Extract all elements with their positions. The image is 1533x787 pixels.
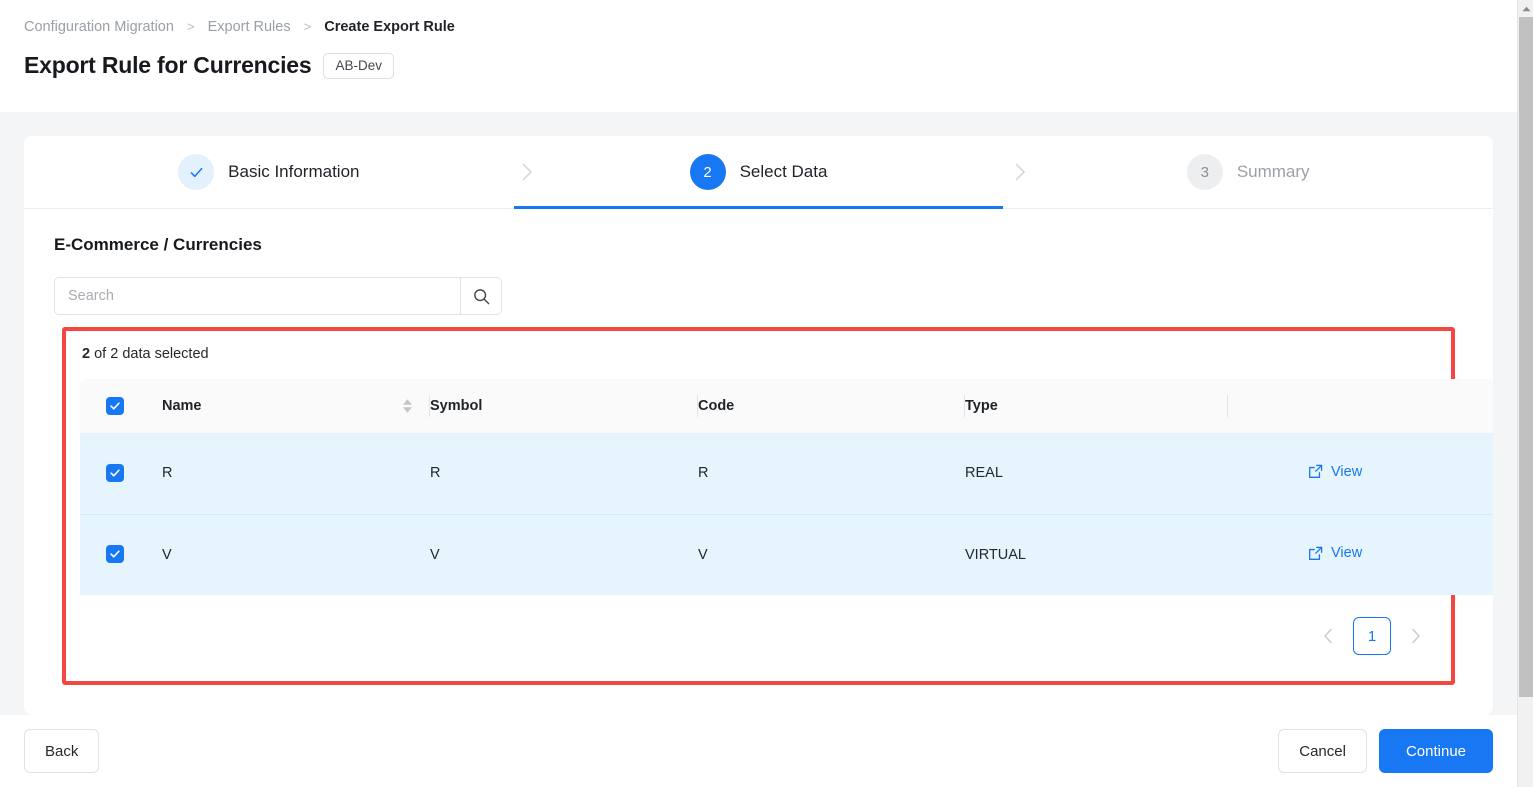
wizard-stepper: Basic Information 2 Select Data 3 Summar… — [24, 136, 1493, 209]
breadcrumb-separator: > — [186, 19, 195, 34]
step-2-label: Select Data — [739, 162, 828, 181]
breadcrumb-item-configuration-migration[interactable]: Configuration Migration — [24, 19, 174, 35]
cell-type: VIRTUAL — [965, 546, 1026, 563]
check-icon — [110, 550, 120, 558]
column-header-type-label: Type — [965, 398, 998, 414]
column-header-code: Code — [698, 379, 965, 433]
continue-button[interactable]: Continue — [1378, 729, 1493, 773]
cancel-button[interactable]: Cancel — [1278, 729, 1367, 773]
step-1-label: Basic Information — [228, 162, 360, 181]
check-icon — [190, 167, 203, 177]
row-checkbox[interactable] — [106, 463, 124, 482]
breadcrumb-item-export-rules[interactable]: Export Rules — [208, 19, 291, 35]
check-icon — [110, 469, 120, 477]
cell-code: V — [698, 546, 708, 563]
wizard-card: Basic Information 2 Select Data 3 Summar… — [24, 136, 1493, 715]
search-input[interactable] — [54, 277, 460, 315]
breadcrumb-item-create-export-rule: Create Export Rule — [324, 19, 455, 35]
selected-count: 2 of 2 data selected — [80, 343, 1437, 362]
external-link-icon — [1309, 464, 1323, 478]
select-data-section: E-Commerce / Currencies 2 of 2 data sele… — [24, 209, 1493, 685]
annotation-highlight-box: 2 of 2 data selected Name Symbol Code Ty… — [62, 327, 1493, 685]
cell-actions: View — [1228, 433, 1493, 514]
check-icon — [110, 401, 120, 410]
data-table: Name Symbol Code Type R R R REAL View V … — [80, 379, 1493, 595]
pagination: 1 — [80, 595, 1437, 655]
column-header-code-label: Code — [698, 398, 735, 414]
external-link-icon — [1309, 546, 1323, 560]
view-link-label: View — [1331, 545, 1363, 561]
column-header-actions — [1228, 379, 1493, 433]
cell-symbol: V — [430, 546, 440, 563]
row-checkbox[interactable] — [106, 545, 124, 564]
column-header-name-label: Name — [162, 398, 202, 414]
vertical-scrollbar[interactable] — [1517, 0, 1533, 787]
content-area: Basic Information 2 Select Data 3 Summar… — [0, 112, 1517, 715]
breadcrumb: Configuration Migration > Export Rules >… — [24, 18, 1517, 36]
breadcrumb-separator: > — [303, 19, 312, 34]
cell-name: V — [162, 546, 172, 563]
search-icon — [473, 288, 489, 304]
step-basic-information[interactable]: Basic Information — [24, 136, 514, 208]
select-all-cell — [80, 379, 162, 433]
chevron-right-icon — [1412, 628, 1420, 644]
step-separator-chevron-icon — [517, 136, 537, 208]
sort-ascending-icon — [403, 399, 412, 405]
column-header-symbol: Symbol — [430, 379, 698, 433]
sort-descending-icon — [403, 407, 412, 413]
title-row: Export Rule for Currencies AB-Dev — [24, 52, 1517, 79]
step-1-indicator — [178, 154, 215, 190]
page-header: Configuration Migration > Export Rules >… — [0, 0, 1517, 112]
table-header-row: Name Symbol Code Type — [80, 379, 1493, 433]
cell-type: REAL — [965, 465, 1003, 482]
search-button[interactable] — [460, 277, 502, 315]
page-title: Export Rule for Currencies — [24, 52, 312, 78]
view-link[interactable]: View — [1308, 545, 1362, 561]
scrollbar-thumb[interactable] — [1519, 17, 1533, 697]
step-select-data[interactable]: 2 Select Data — [513, 136, 1004, 209]
row-select-cell — [80, 514, 162, 595]
cell-name: R — [162, 465, 173, 482]
table-row[interactable]: R R R REAL View — [80, 433, 1493, 514]
pagination-page-1[interactable]: 1 — [1353, 617, 1391, 655]
search-bar — [54, 277, 502, 315]
cell-symbol: R — [430, 465, 441, 482]
back-button[interactable]: Back — [24, 729, 100, 773]
view-link[interactable]: View — [1308, 464, 1362, 480]
step-2-indicator: 2 — [689, 154, 726, 190]
step-3-label: Summary — [1236, 162, 1310, 181]
footer-actions: Cancel Continue — [1278, 729, 1493, 773]
column-header-symbol-label: Symbol — [430, 398, 483, 414]
step-separator-chevron-icon — [1010, 136, 1030, 208]
step-summary[interactable]: 3 Summary — [1003, 136, 1493, 208]
select-all-checkbox[interactable] — [106, 396, 124, 415]
pagination-next-button[interactable] — [1401, 621, 1431, 651]
cell-code: R — [698, 465, 709, 482]
page-scroll-container: Configuration Migration > Export Rules >… — [0, 0, 1517, 787]
sort-toggle-icon[interactable] — [403, 399, 412, 413]
environment-badge: AB-Dev — [323, 52, 394, 79]
chevron-left-icon — [1324, 628, 1332, 644]
wizard-footer: Back Cancel Continue — [0, 715, 1517, 787]
cell-actions: View — [1228, 514, 1493, 595]
column-header-name[interactable]: Name — [162, 379, 430, 433]
row-select-cell — [80, 433, 162, 514]
selected-count-text: of 2 data selected — [90, 346, 209, 362]
table-row[interactable]: V V V VIRTUAL View — [80, 514, 1493, 595]
selected-count-value: 2 — [82, 346, 91, 362]
step-3-indicator: 3 — [1186, 154, 1223, 190]
scrollbar-up-button[interactable] — [1518, 0, 1533, 17]
column-header-type: Type — [965, 379, 1228, 433]
pagination-prev-button[interactable] — [1313, 621, 1343, 651]
section-title: E-Commerce / Currencies — [54, 235, 262, 254]
active-step-underline — [513, 206, 1004, 209]
view-link-label: View — [1331, 463, 1363, 480]
caret-up-icon — [1521, 6, 1531, 11]
